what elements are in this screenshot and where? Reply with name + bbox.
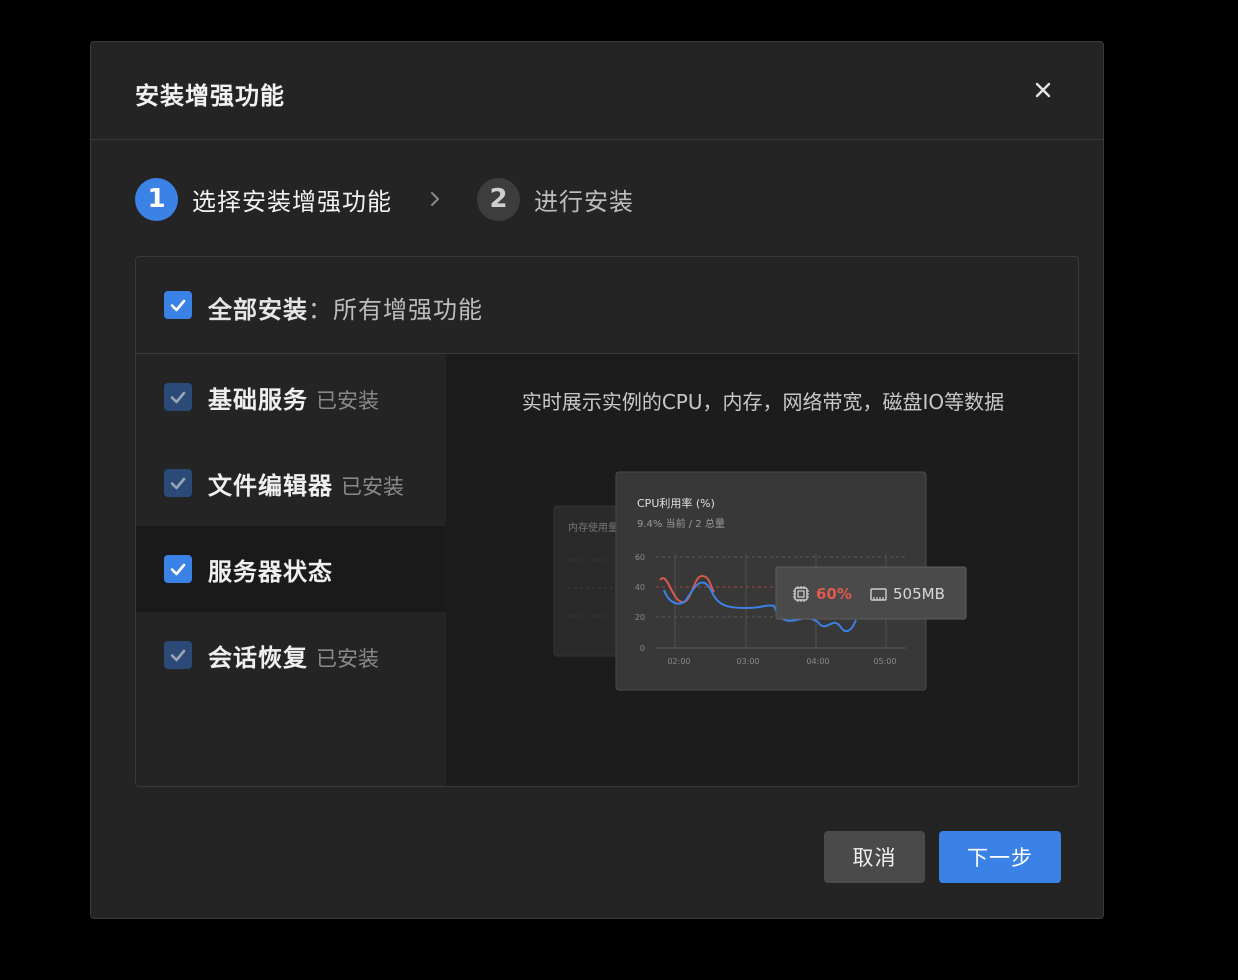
feature-checkbox bbox=[164, 641, 192, 669]
select-all-checkbox[interactable] bbox=[164, 291, 192, 319]
step-2-label: 进行安装 bbox=[534, 187, 634, 216]
y-tick: 60 bbox=[635, 553, 645, 562]
next-step-button[interactable]: 下一步 bbox=[939, 831, 1061, 883]
feature-preview: 实时展示实例的CPU，内存，网络带宽，磁盘IO等数据 内存使用量 CPU利用率 … bbox=[446, 354, 1078, 786]
feature-item-basic-services[interactable]: 基础服务 已安装 bbox=[136, 354, 446, 440]
dialog-header: 安装增强功能 bbox=[91, 42, 1103, 140]
x-tick: 05:00 bbox=[873, 657, 896, 666]
check-icon bbox=[170, 391, 186, 404]
check-icon bbox=[170, 477, 186, 490]
back-card-title: 内存使用量 bbox=[568, 521, 618, 534]
x-tick: 04:00 bbox=[806, 657, 829, 666]
cpu-card-subtitle: 9.4% 当前 / 2 总量 bbox=[637, 517, 725, 530]
preview-illustration: 内存使用量 CPU利用率 (%) 9.4% 当前 / 2 总量 60 40 20… bbox=[553, 471, 967, 691]
stepper: 1 选择安装增强功能 2 进行安装 bbox=[135, 177, 735, 221]
feature-name: 基础服务 bbox=[208, 386, 308, 414]
feature-item-session-recovery[interactable]: 会话恢复 已安装 bbox=[136, 612, 446, 698]
feature-item-file-editor[interactable]: 文件编辑器 已安装 bbox=[136, 440, 446, 526]
close-icon bbox=[1035, 82, 1051, 98]
check-icon bbox=[170, 299, 186, 312]
check-icon bbox=[170, 649, 186, 662]
step-1-label: 选择安装增强功能 bbox=[192, 187, 392, 216]
check-icon bbox=[170, 563, 186, 576]
feature-name: 服务器状态 bbox=[208, 558, 333, 586]
select-all-label: 全部安装：所有增强功能 bbox=[208, 290, 483, 325]
dialog-title: 安装增强功能 bbox=[135, 82, 285, 110]
feature-name: 会话恢复 bbox=[208, 644, 308, 672]
y-tick: 40 bbox=[635, 583, 645, 592]
feature-checkbox[interactable] bbox=[164, 555, 192, 583]
chevron-right-icon bbox=[431, 192, 439, 206]
x-tick: 02:00 bbox=[667, 657, 690, 666]
cpu-tooltip: 60% 505MB bbox=[775, 566, 967, 620]
installed-badge: 已安装 bbox=[316, 389, 379, 413]
installed-badge: 已安装 bbox=[341, 475, 404, 499]
tooltip-memory-value: 505MB bbox=[893, 585, 945, 603]
install-dialog: 安装增强功能 1 选择安装增强功能 2 进行安装 全部安装：所有增强功能 基础服… bbox=[90, 41, 1104, 919]
x-tick: 03:00 bbox=[736, 657, 759, 666]
cancel-button[interactable]: 取消 bbox=[824, 831, 925, 883]
y-tick: 20 bbox=[635, 613, 645, 622]
step-1-number: 1 bbox=[135, 177, 178, 221]
y-tick: 0 bbox=[640, 644, 645, 653]
feature-name: 文件编辑器 bbox=[208, 472, 333, 500]
step-1: 1 选择安装增强功能 bbox=[135, 177, 392, 221]
select-all-label-rest: ：所有增强功能 bbox=[308, 296, 483, 324]
select-all-label-bold: 全部安装 bbox=[208, 296, 308, 324]
close-button[interactable] bbox=[1031, 78, 1055, 102]
cpu-card-title: CPU利用率 (%) bbox=[637, 496, 715, 510]
feature-checkbox bbox=[164, 383, 192, 411]
installed-badge: 已安装 bbox=[316, 647, 379, 671]
step-2: 2 进行安装 bbox=[477, 177, 634, 221]
step-2-number: 2 bbox=[477, 177, 520, 221]
feature-checkbox bbox=[164, 469, 192, 497]
feature-list: 基础服务 已安装 文件编辑器 已安装 服务器状态 会话恢复 已安装 bbox=[136, 354, 446, 786]
tooltip-cpu-value: 60% bbox=[816, 585, 852, 603]
select-all-row[interactable]: 全部安装：所有增强功能 bbox=[136, 257, 1078, 354]
feature-item-server-status[interactable]: 服务器状态 bbox=[136, 526, 446, 612]
feature-panel: 全部安装：所有增强功能 基础服务 已安装 文件编辑器 已安装 服务器状态 会话恢… bbox=[135, 256, 1079, 787]
